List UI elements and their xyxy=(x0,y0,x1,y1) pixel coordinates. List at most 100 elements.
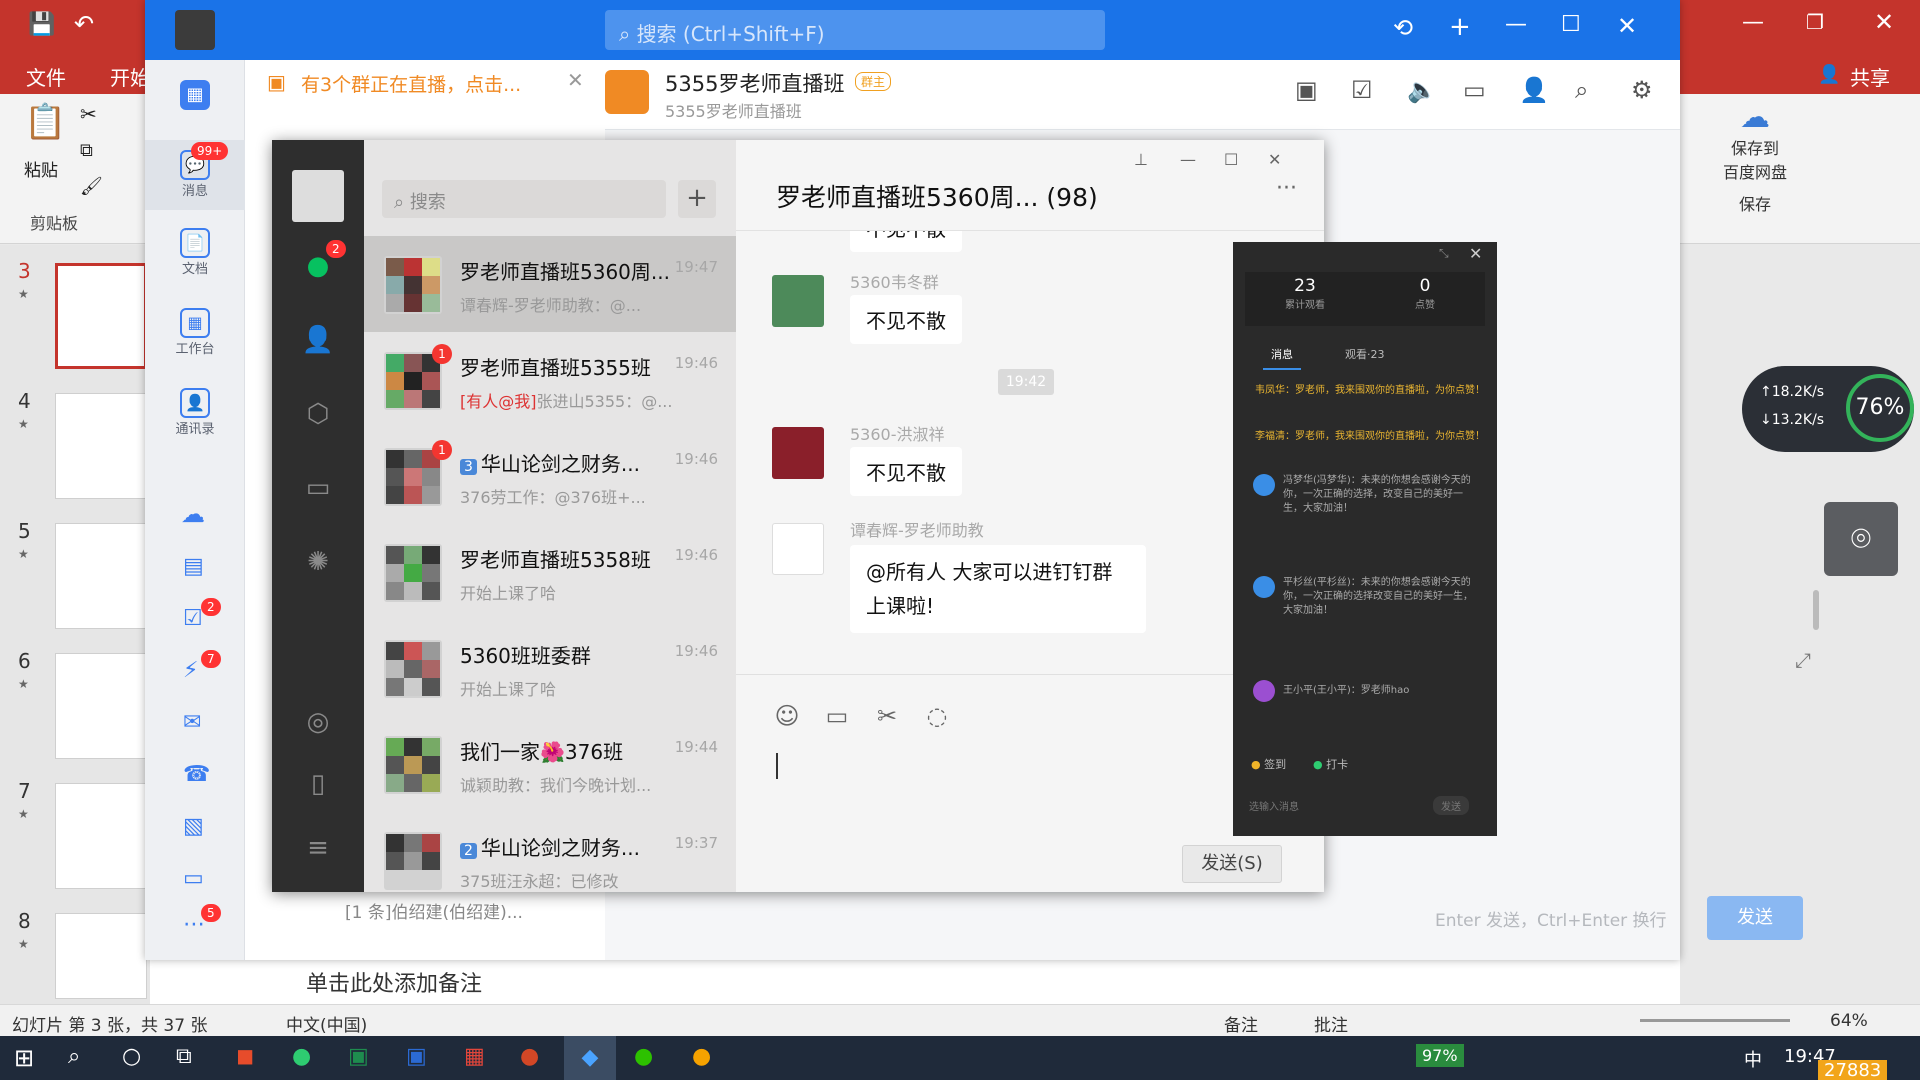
conversation-item[interactable]: 罗老师直播班5358班 19:46 开始上课了哈 xyxy=(364,524,736,620)
office-icon[interactable]: ◼ xyxy=(236,1044,254,1069)
minimize-icon[interactable]: — xyxy=(1180,150,1196,169)
conversation-item[interactable]: 5360班班委群 19:46 开始上课了哈 xyxy=(364,620,736,716)
edge-icon[interactable]: ● xyxy=(292,1044,311,1069)
add-chat-button[interactable]: + xyxy=(678,180,716,218)
close-icon[interactable]: ✕ xyxy=(1469,244,1482,263)
phone-icon[interactable]: ☎ xyxy=(183,762,210,787)
sender-avatar[interactable] xyxy=(772,427,824,479)
maximize-icon[interactable]: ☐ xyxy=(1561,12,1581,37)
paste-button[interactable]: 粘贴 xyxy=(24,156,58,181)
history-icon[interactable]: ⟲ xyxy=(1393,14,1413,42)
minimize-icon[interactable]: — xyxy=(1505,12,1527,37)
network-speed-widget[interactable]: ↑18.2K/s ↓13.2K/s 76% xyxy=(1742,366,1914,452)
cut-icon[interactable]: ✂ xyxy=(80,102,97,126)
expand-icon[interactable]: ⤢ xyxy=(1795,648,1811,672)
conversation-item[interactable]: 我们一家🌺376班 19:44 诚颖助教：我们今晚计划... xyxy=(364,716,736,812)
checkin-button[interactable]: ● 签到 xyxy=(1251,756,1286,772)
format-painter-icon[interactable]: 🖌 xyxy=(80,176,103,197)
todo-icon[interactable]: ☑ xyxy=(183,606,203,631)
add-member-icon[interactable]: 👤 xyxy=(1519,76,1549,104)
minimize-icon[interactable]: — xyxy=(1742,10,1764,35)
files-icon[interactable]: ▭ xyxy=(300,470,336,506)
powerpoint-icon[interactable]: ● xyxy=(520,1044,539,1069)
form-icon[interactable]: ▧ xyxy=(183,814,204,839)
tab-messages[interactable]: 消息 xyxy=(1263,346,1301,370)
avatar[interactable] xyxy=(292,170,344,222)
zoom-level[interactable]: 64% xyxy=(1830,1011,1868,1031)
collapse-icon[interactable]: ⤡ xyxy=(1439,246,1449,261)
wechat-search-input[interactable]: ⌕ 搜索 xyxy=(382,180,666,218)
sender-avatar[interactable] xyxy=(772,523,824,575)
conversation-preview[interactable]: [1 条]伯绍建(伯绍建)... xyxy=(345,898,523,923)
share-button[interactable]: 共享 xyxy=(1850,62,1890,91)
mini-programs-icon[interactable]: ◎ xyxy=(300,704,336,740)
avatar[interactable] xyxy=(175,10,215,50)
app-icon[interactable]: ▦ xyxy=(464,1044,485,1069)
send-button[interactable]: 发送(S) xyxy=(1182,845,1282,883)
baidu-save-group[interactable]: ☁ 保存到 百度网盘 保存 xyxy=(1700,100,1810,240)
search-history-icon[interactable]: ⌕ xyxy=(1575,76,1588,104)
cortana-icon[interactable]: ○ xyxy=(122,1044,141,1069)
notes-placeholder[interactable]: 单击此处添加备注 xyxy=(306,966,482,998)
copy-icon[interactable]: ⧉ xyxy=(80,140,93,161)
calendar-icon[interactable]: ▤ xyxy=(183,554,204,579)
restore-icon[interactable]: ❐ xyxy=(1806,10,1824,34)
conversation-item[interactable]: 2 华山论剑之财务... 19:37 375班汪永超：已修改 xyxy=(364,812,736,892)
notes-toggle[interactable]: 备注 xyxy=(1224,1011,1258,1036)
paste-icon[interactable]: 📋 xyxy=(24,102,66,142)
search-icon[interactable]: ⌕ xyxy=(68,1044,80,1069)
sidebar-item-messages[interactable]: 💬 消息 99+ xyxy=(145,140,245,210)
punch-button[interactable]: ● 打卡 xyxy=(1313,756,1348,772)
add-icon[interactable]: + xyxy=(1449,12,1471,42)
settings-icon[interactable]: ⚙ xyxy=(1631,76,1653,104)
screen-share-icon[interactable]: ▣ xyxy=(1295,76,1318,104)
slide-thumbnail[interactable] xyxy=(55,393,147,499)
sidebar-item-docs[interactable]: 📄 文档 xyxy=(145,228,245,277)
battery-indicator[interactable]: 97% xyxy=(1416,1044,1464,1067)
word-icon[interactable]: ▣ xyxy=(406,1044,427,1069)
close-icon[interactable]: ✕ xyxy=(1874,8,1894,36)
live-send-button[interactable]: 发送 xyxy=(1433,796,1469,815)
pin-icon[interactable]: ⊥ xyxy=(1134,150,1148,169)
wechat-icon[interactable]: ● xyxy=(634,1044,653,1069)
slide-thumbnail[interactable] xyxy=(55,523,147,629)
tencent-icon[interactable]: ● xyxy=(692,1044,711,1069)
slide-thumbnail[interactable] xyxy=(55,783,147,889)
sidebar-item-workbench[interactable]: ▦ 工作台 xyxy=(145,308,245,357)
conversation-item[interactable]: 1 罗老师直播班5355班 19:46 [有人@我]张进山5355：@... xyxy=(364,332,736,428)
tab-viewers[interactable]: 观看·23 xyxy=(1345,346,1385,362)
close-icon[interactable]: ✕ xyxy=(1268,150,1281,169)
save-icon[interactable]: 💾 xyxy=(28,12,55,37)
tab-home[interactable]: 开始 xyxy=(110,62,150,91)
folder-icon[interactable]: ▭ xyxy=(1463,76,1486,104)
close-banner-icon[interactable]: ✕ xyxy=(567,68,584,92)
dingtalk-icon[interactable]: ◆ xyxy=(564,1036,616,1080)
ime-indicator[interactable]: 中 xyxy=(1744,1046,1762,1072)
slide-thumbnail[interactable] xyxy=(55,263,147,369)
share-icon[interactable]: 👤 xyxy=(1818,64,1840,85)
zoom-slider[interactable] xyxy=(1640,1019,1790,1022)
sender-avatar[interactable] xyxy=(772,275,824,327)
close-icon[interactable]: ✕ xyxy=(1617,12,1637,40)
task-icon[interactable]: ☑ xyxy=(1351,76,1373,104)
favorites-icon[interactable]: ⬡ xyxy=(300,396,336,432)
contacts-icon[interactable]: 👤 xyxy=(300,322,336,358)
slide-thumbnail[interactable] xyxy=(55,913,147,999)
global-search-input[interactable]: ⌕ 搜索 (Ctrl+Shift+F) xyxy=(605,10,1105,50)
app-grid-icon[interactable]: ▦ xyxy=(180,80,210,110)
mail-icon[interactable]: ✉ xyxy=(183,710,201,735)
live-banner[interactable]: 有3个群正在直播，点击... xyxy=(301,70,521,97)
more-options-button[interactable]: ··· xyxy=(1276,176,1297,201)
emoji-icon[interactable]: ☺ xyxy=(772,701,802,731)
cloud-icon[interactable]: ☁ xyxy=(181,500,205,528)
notes-pane[interactable]: 单击此处添加备注 xyxy=(150,955,1680,1005)
screenshot-icon[interactable]: ✂ xyxy=(872,701,902,731)
camera-button[interactable]: ⌾ xyxy=(1824,502,1898,576)
undo-icon[interactable]: ↶ xyxy=(74,10,94,38)
moments-icon[interactable]: ✺ xyxy=(300,544,336,580)
task-view-icon[interactable]: ⧉ xyxy=(176,1044,192,1069)
folder-icon[interactable]: ▭ xyxy=(183,866,204,891)
excel-icon[interactable]: ▣ xyxy=(348,1044,369,1069)
tab-file[interactable]: 文件 xyxy=(26,62,66,91)
scrollbar[interactable] xyxy=(1813,590,1819,630)
